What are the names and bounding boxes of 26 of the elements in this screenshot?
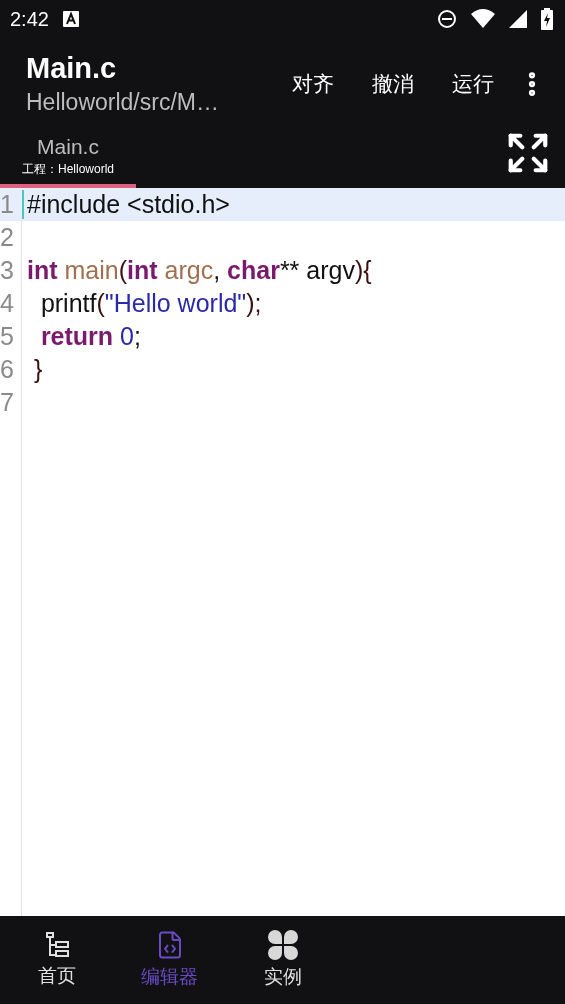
- do-not-disturb-icon: [437, 9, 457, 29]
- line-number: 5: [0, 322, 15, 351]
- notification-icon: [62, 11, 79, 27]
- signal-icon: [509, 10, 527, 28]
- nav-item[interactable]: 首页: [0, 916, 113, 1004]
- toolbar-action[interactable]: 对齐: [273, 62, 353, 106]
- nav-item[interactable]: 实例: [226, 916, 339, 1004]
- file-path: Helloworld/src/M…: [26, 89, 220, 116]
- status-time: 2:42: [10, 7, 49, 31]
- battery-icon: [541, 8, 553, 30]
- line-number: 3: [0, 256, 15, 285]
- line-number: 2: [0, 223, 15, 252]
- code-line: }: [32, 355, 43, 384]
- toolbar-action[interactable]: 撤消: [353, 62, 433, 106]
- line-number: 7: [0, 388, 15, 417]
- line-number: 6: [0, 355, 15, 384]
- code-line: return 0;: [39, 322, 141, 351]
- code-line: #include <stdio.h>: [22, 190, 230, 219]
- line-number: 1: [0, 190, 15, 219]
- file-title: Main.c: [26, 52, 118, 85]
- wifi-icon: [471, 9, 495, 29]
- toolbar-action[interactable]: 运行: [433, 62, 513, 106]
- code-line: int main(int argc, char** argv){: [26, 256, 372, 285]
- code-line: printf("Hello world");: [39, 289, 262, 318]
- line-number: 4: [0, 289, 15, 318]
- clover-icon: [267, 930, 298, 960]
